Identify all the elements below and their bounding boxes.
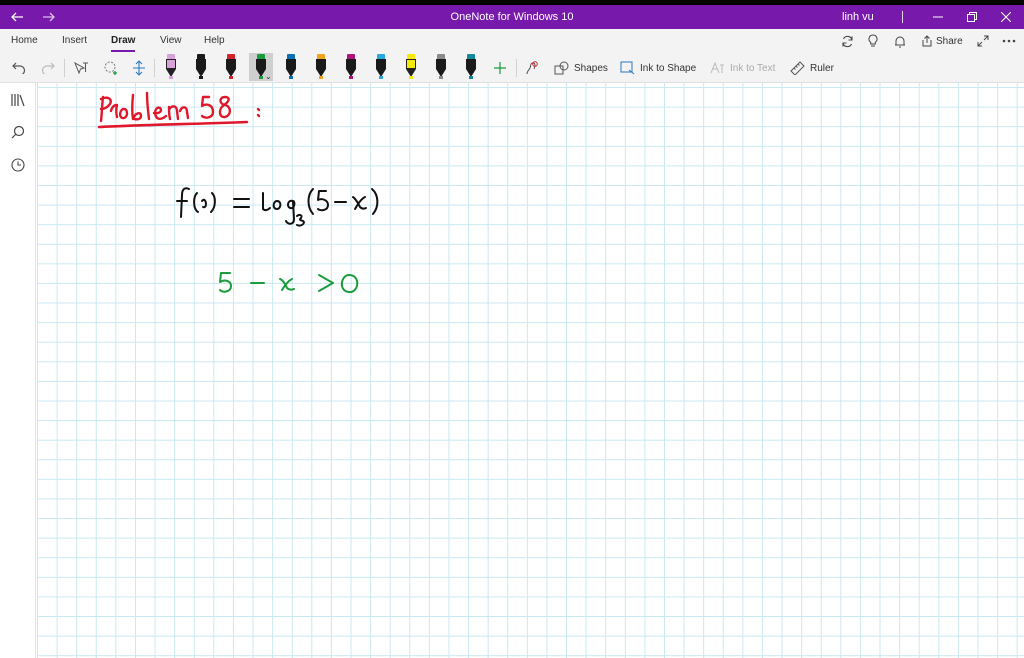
ink-condition — [219, 272, 359, 293]
lightbulb-icon[interactable] — [864, 32, 882, 50]
pen-orange-icon[interactable] — [309, 53, 333, 81]
tab-draw[interactable]: Draw — [111, 35, 135, 46]
pen-cyan-icon[interactable] — [369, 53, 393, 81]
tab-view[interactable]: View — [160, 35, 182, 46]
user-name[interactable]: linh vu — [842, 5, 874, 29]
restore-icon[interactable] — [957, 5, 987, 29]
ink-to-text-button[interactable]: Ink to Text — [710, 57, 775, 79]
onenote-window: OneNote for Windows 10 linh vu Home Inse… — [0, 0, 1024, 658]
minimize-icon[interactable] — [923, 5, 953, 29]
pen-blue-icon[interactable] — [279, 53, 303, 81]
shapes-label: Shapes — [574, 62, 608, 74]
more-icon[interactable] — [1000, 32, 1018, 50]
ink-equation — [176, 187, 379, 227]
share-icon — [922, 35, 932, 47]
pen-teal-icon[interactable] — [459, 53, 483, 81]
bell-icon[interactable] — [891, 32, 909, 50]
share-label: Share — [936, 35, 963, 47]
ink-to-shape-label: Ink to Shape — [640, 62, 697, 74]
ribbon-tabs: Home Insert Draw View Help Share — [0, 29, 1024, 53]
highlighter-pink-icon[interactable] — [159, 53, 183, 81]
navigation-rail — [0, 83, 36, 658]
search-icon[interactable] — [9, 123, 27, 141]
tab-insert[interactable]: Insert — [62, 35, 87, 46]
pen-gray-icon[interactable] — [429, 53, 453, 81]
active-tab-indicator — [111, 50, 135, 52]
shapes-icon — [554, 61, 569, 75]
ink-replay-icon[interactable] — [520, 57, 542, 79]
add-pen-icon[interactable] — [489, 57, 511, 79]
share-button[interactable]: Share — [921, 32, 963, 50]
ruler-icon — [790, 61, 805, 75]
pen-red-icon[interactable] — [219, 53, 243, 81]
notebooks-icon[interactable] — [9, 91, 27, 109]
ink-layer — [97, 91, 379, 293]
type-select-icon[interactable] — [70, 57, 92, 79]
ink-to-text-label: Ink to Text — [730, 62, 776, 74]
pen-black-icon[interactable] — [189, 53, 213, 81]
shapes-button[interactable]: Shapes — [554, 57, 608, 79]
sync-icon[interactable] — [838, 32, 856, 50]
highlighter-yellow-icon[interactable] — [399, 53, 423, 81]
ink-heading — [97, 91, 261, 129]
close-icon[interactable] — [991, 5, 1021, 29]
note-canvas[interactable] — [37, 83, 1024, 658]
lasso-select-icon[interactable] — [100, 57, 122, 79]
pen-magenta-icon[interactable] — [339, 53, 363, 81]
ink-to-text-icon — [710, 61, 724, 74]
ink-to-shape-icon — [620, 61, 635, 75]
expand-icon[interactable] — [974, 32, 992, 50]
pen-green-icon[interactable]: ⌄ — [249, 53, 273, 81]
ruler-label: Ruler — [810, 62, 834, 74]
tab-help[interactable]: Help — [204, 35, 225, 46]
redo-icon[interactable] — [37, 57, 59, 79]
undo-icon[interactable] — [8, 57, 30, 79]
ink-to-shape-button[interactable]: Ink to Shape — [620, 57, 696, 79]
ruler-button[interactable]: Ruler — [790, 57, 834, 79]
draw-toolbar: ⌄ Shapes Ink to Shape Ink to Text Ruler — [0, 53, 1024, 83]
chevron-down-icon[interactable]: ⌄ — [265, 72, 272, 81]
recent-clock-icon[interactable] — [9, 156, 27, 174]
add-space-icon[interactable] — [128, 57, 150, 79]
tab-home[interactable]: Home — [11, 35, 38, 46]
title-bar: OneNote for Windows 10 linh vu — [0, 0, 1024, 29]
